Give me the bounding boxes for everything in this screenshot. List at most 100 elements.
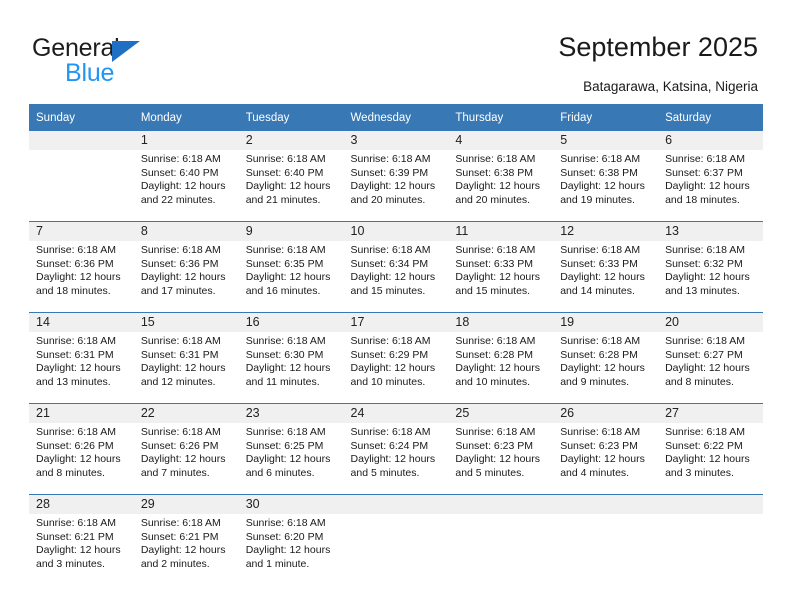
calendar-day-cell[interactable]: 8 Sunrise: 6:18 AM Sunset: 6:36 PM Daylight… [133, 221, 239, 313]
calendar-day-cell[interactable]: 10 Sunrise: 6:18 AM Sunset: 6:34 PM Dayligh… [343, 221, 449, 313]
day-info-line: Sunset: 6:25 PM [245, 439, 324, 452]
day-info-line: Daylight: 12 hours [455, 453, 541, 466]
calendar-day-cell[interactable]: 7 Sunrise: 6:18 AM Sunset: 6:36 PM Daylight… [29, 221, 134, 313]
day-info-line: Daylight: 12 hours [140, 362, 226, 375]
day-number: 28 [29, 495, 134, 514]
day-number: 11 [448, 222, 554, 241]
calendar-day-cell[interactable]: 5 Sunrise: 6:18 AM Sunset: 6:38 PM Daylight… [553, 131, 659, 222]
day-info-line: Sunset: 6:23 PM [455, 439, 534, 452]
day-info-line: Sunrise: 6:18 AM [455, 335, 536, 347]
day-info-line: Sunset: 6:31 PM [140, 348, 219, 361]
calendar-day-cell[interactable]: 20 Sunrise: 6:18 AM Sunset: 6:27 PM Dayligh… [658, 312, 763, 404]
day-info-line: and 8 minutes. [36, 466, 105, 479]
day-sun-info: Sunrise: 6:18 AM Sunset: 6:23 PM Daylight:… [553, 423, 658, 480]
calendar-day-cell[interactable]: 9 Sunrise: 6:18 AM Sunset: 6:35 PM Daylight… [238, 221, 344, 313]
day-sun-info: Sunrise: 6:18 AM Sunset: 6:33 PM Daylight:… [553, 241, 658, 298]
day-number: 10 [343, 222, 449, 241]
calendar-day-cell[interactable]: 22 Sunrise: 6:18 AM Sunset: 6:26 PM Dayligh… [133, 403, 239, 495]
day-info-line: and 20 minutes. [455, 193, 531, 206]
day-info-line: Daylight: 12 hours [665, 453, 750, 466]
calendar-day-cell[interactable]: 6 Sunrise: 6:18 AM Sunset: 6:37 PM Daylight… [658, 131, 763, 222]
day-sun-info: Sunrise: 6:18 AM Sunset: 6:36 PM Daylight:… [29, 241, 134, 298]
day-info-line: Sunrise: 6:18 AM [36, 426, 116, 438]
calendar-day-cell[interactable]: 17 Sunrise: 6:18 AM Sunset: 6:29 PM Dayligh… [343, 312, 449, 404]
day-number: 1 [133, 131, 239, 150]
day-info-line: Sunset: 6:24 PM [350, 439, 429, 452]
page-header: General Blue September 2025 Batagarawa, … [0, 0, 792, 100]
day-info-line: Sunset: 6:20 PM [245, 530, 324, 543]
calendar-day-cell[interactable]: 12 Sunrise: 6:18 AM Sunset: 6:33 PM Dayligh… [553, 221, 659, 313]
calendar-day-cell[interactable]: 18 Sunrise: 6:18 AM Sunset: 6:28 PM Dayligh… [448, 312, 554, 404]
calendar-day-cell[interactable]: 1 Sunrise: 6:18 AM Sunset: 6:40 PM Daylight… [133, 131, 239, 222]
day-number: 3 [343, 131, 449, 150]
logo-triangle-icon [112, 41, 140, 62]
day-sun-info: Sunrise: 6:18 AM Sunset: 6:24 PM Daylight:… [344, 423, 449, 480]
calendar-day-cell[interactable]: 24 Sunrise: 6:18 AM Sunset: 6:24 PM Dayligh… [343, 403, 449, 495]
day-sun-info: Sunrise: 6:18 AM Sunset: 6:40 PM Daylight:… [134, 150, 239, 207]
day-info-line: Sunset: 6:31 PM [36, 348, 114, 361]
day-info-line: Daylight: 12 hours [350, 362, 436, 375]
day-sun-info: Sunrise: 6:18 AM Sunset: 6:36 PM Daylight:… [134, 241, 239, 298]
day-sun-info: Sunrise: 6:18 AM Sunset: 6:38 PM Daylight:… [448, 150, 553, 207]
calendar-day-cell[interactable]: 25 Sunrise: 6:18 AM Sunset: 6:23 PM Dayligh… [448, 403, 554, 495]
day-info-line: Daylight: 12 hours [245, 180, 331, 193]
day-info-line: Sunset: 6:32 PM [665, 257, 743, 270]
calendar-week-row: 28 Sunrise: 6:18 AM Sunset: 6:21 PM Dayligh… [29, 494, 763, 585]
day-info-line: Sunrise: 6:18 AM [245, 335, 326, 347]
day-info-line: Sunrise: 6:18 AM [140, 517, 221, 529]
day-sun-info: Sunrise: 6:18 AM Sunset: 6:33 PM Daylight:… [448, 241, 553, 298]
calendar-day-cell[interactable]: 28 Sunrise: 6:18 AM Sunset: 6:21 PM Dayligh… [29, 494, 134, 585]
calendar-day-cell[interactable]: 4 Sunrise: 6:18 AM Sunset: 6:38 PM Daylight… [448, 131, 554, 222]
calendar-day-cell[interactable]: 3 Sunrise: 6:18 AM Sunset: 6:39 PM Daylight… [343, 131, 449, 222]
calendar-day-cell[interactable]: 13 Sunrise: 6:18 AM Sunset: 6:32 PM Dayligh… [658, 221, 763, 313]
calendar-day-cell[interactable]: 29 Sunrise: 6:18 AM Sunset: 6:21 PM Dayligh… [133, 494, 239, 585]
day-info-line: and 20 minutes. [350, 193, 426, 206]
day-info-line: Sunrise: 6:18 AM [350, 153, 431, 165]
day-info-line: Sunset: 6:34 PM [350, 257, 429, 270]
day-info-line: and 8 minutes. [665, 375, 734, 388]
calendar-day-cell[interactable]: 30 Sunrise: 6:18 AM Sunset: 6:20 PM Dayligh… [238, 494, 344, 585]
day-info-line: Sunrise: 6:18 AM [455, 426, 536, 438]
calendar-empty-cell [553, 494, 659, 585]
calendar-day-cell[interactable]: 27 Sunrise: 6:18 AM Sunset: 6:22 PM Dayligh… [658, 403, 763, 495]
day-info-line: Daylight: 12 hours [36, 271, 121, 284]
day-sun-info: Sunrise: 6:18 AM Sunset: 6:31 PM Daylight:… [134, 332, 239, 389]
calendar-day-cell[interactable]: 2 Sunrise: 6:18 AM Sunset: 6:40 PM Daylight… [238, 131, 344, 222]
day-info-line: Sunrise: 6:18 AM [140, 426, 221, 438]
calendar-day-cell[interactable]: 15 Sunrise: 6:18 AM Sunset: 6:31 PM Dayligh… [133, 312, 239, 404]
day-info-line: Daylight: 12 hours [455, 180, 541, 193]
day-info-line: Sunrise: 6:18 AM [350, 244, 431, 256]
calendar-day-cell[interactable]: 14 Sunrise: 6:18 AM Sunset: 6:31 PM Dayligh… [29, 312, 134, 404]
calendar-day-cell[interactable]: 21 Sunrise: 6:18 AM Sunset: 6:26 PM Dayligh… [29, 403, 134, 495]
day-info-line: Daylight: 12 hours [245, 544, 331, 557]
day-info-line: Daylight: 12 hours [455, 362, 541, 375]
day-info-line: and 10 minutes. [350, 375, 426, 388]
day-info-line: and 11 minutes. [245, 375, 320, 388]
calendar-day-cell[interactable]: 23 Sunrise: 6:18 AM Sunset: 6:25 PM Dayligh… [238, 403, 344, 495]
day-info-line: Sunset: 6:28 PM [455, 348, 534, 361]
calendar-day-cell[interactable]: 26 Sunrise: 6:18 AM Sunset: 6:23 PM Dayligh… [553, 403, 659, 495]
day-info-line: and 17 minutes. [140, 284, 216, 297]
calendar-day-cell[interactable]: 16 Sunrise: 6:18 AM Sunset: 6:30 PM Dayligh… [238, 312, 344, 404]
day-info-line: Daylight: 12 hours [665, 180, 750, 193]
day-number: 13 [658, 222, 763, 241]
day-info-line: and 5 minutes. [350, 466, 420, 479]
day-sun-info: Sunrise: 6:18 AM Sunset: 6:38 PM Daylight:… [553, 150, 658, 207]
calendar-day-cell[interactable]: 19 Sunrise: 6:18 AM Sunset: 6:28 PM Dayligh… [553, 312, 659, 404]
day-info-line: Sunset: 6:38 PM [455, 166, 534, 179]
day-number: 12 [553, 222, 659, 241]
day-number: 29 [133, 495, 239, 514]
day-number: 17 [343, 313, 449, 332]
day-info-line: and 21 minutes. [245, 193, 321, 206]
day-info-line: and 1 minute. [245, 557, 310, 570]
day-number: 25 [448, 404, 554, 423]
day-sun-info: Sunrise: 6:18 AM Sunset: 6:32 PM Daylight:… [658, 241, 763, 298]
day-info-line: Sunset: 6:29 PM [350, 348, 429, 361]
day-number: 20 [658, 313, 763, 332]
day-info-line: Daylight: 12 hours [350, 453, 436, 466]
calendar-day-cell[interactable]: 11 Sunrise: 6:18 AM Sunset: 6:33 PM Dayligh… [448, 221, 554, 313]
calendar-header-row: Sunday Monday Tuesday Wednesday Thursday Frid… [29, 104, 763, 131]
day-info-line: Sunset: 6:21 PM [36, 530, 114, 543]
day-info-line: and 13 minutes. [665, 284, 740, 297]
day-info-line: Daylight: 12 hours [36, 362, 121, 375]
